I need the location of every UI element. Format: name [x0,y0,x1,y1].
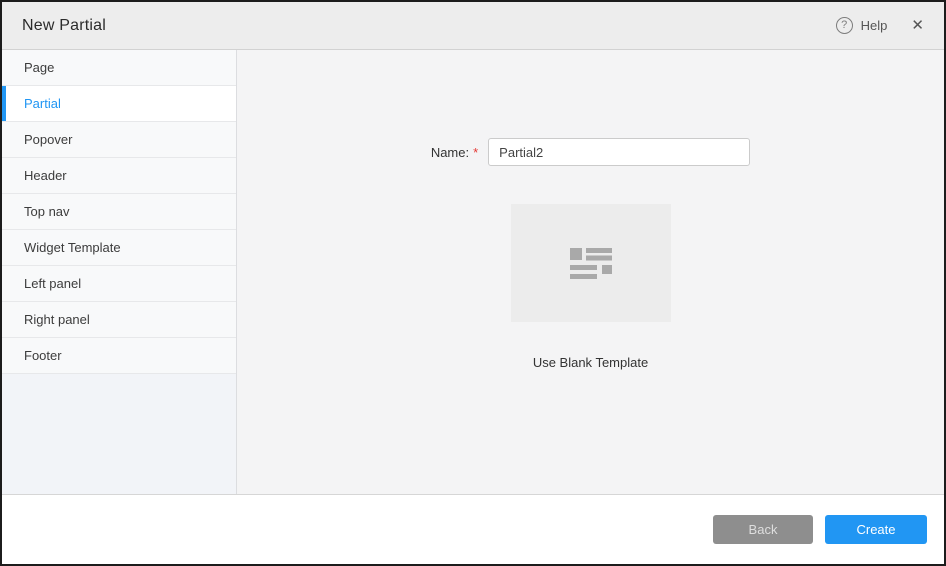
dialog-footer: Back Create [2,494,944,564]
new-partial-dialog: New Partial ? Help ✕ Page Partial Popove… [0,0,946,566]
sidebar-item-popover[interactable]: Popover [2,122,236,158]
sidebar-item-label: Widget Template [24,240,121,255]
dialog-titlebar: New Partial ? Help ✕ [2,2,944,50]
main-panel: Name: * [237,50,944,494]
close-icon[interactable]: ✕ [911,18,924,33]
sidebar-item-label: Page [24,60,54,75]
sidebar-item-top-nav[interactable]: Top nav [2,194,236,230]
name-label: Name: [431,145,469,160]
back-button[interactable]: Back [713,515,813,544]
selected-indicator [2,86,6,121]
help-icon[interactable]: ? [836,17,853,34]
sidebar-item-label: Top nav [24,204,70,219]
article-placeholder-icon [570,248,612,279]
dialog-body: Page Partial Popover Header Top nav Widg… [2,50,944,494]
sidebar-item-header[interactable]: Header [2,158,236,194]
create-button[interactable]: Create [825,515,927,544]
sidebar-item-partial[interactable]: Partial [2,86,236,122]
sidebar-item-label: Partial [24,96,61,111]
required-marker: * [473,145,478,160]
sidebar-item-widget-template[interactable]: Widget Template [2,230,236,266]
name-input[interactable] [488,138,750,166]
titlebar-actions: ? Help ✕ [836,17,924,34]
component-type-sidebar: Page Partial Popover Header Top nav Widg… [2,50,237,494]
sidebar-item-label: Popover [24,132,72,147]
use-blank-template-label[interactable]: Use Blank Template [533,355,648,370]
page-title: New Partial [22,17,106,35]
sidebar-item-label: Header [24,168,67,183]
help-button[interactable]: ? Help [836,17,888,34]
help-label[interactable]: Help [861,18,888,33]
sidebar-item-label: Footer [24,348,62,363]
sidebar-item-label: Right panel [24,312,90,327]
sidebar-item-footer[interactable]: Footer [2,338,236,374]
name-field-row: Name: * [431,138,750,166]
sidebar-item-right-panel[interactable]: Right panel [2,302,236,338]
sidebar-item-page[interactable]: Page [2,50,236,86]
sidebar-item-label: Left panel [24,276,81,291]
blank-template-card[interactable] [511,204,671,322]
sidebar-item-left-panel[interactable]: Left panel [2,266,236,302]
